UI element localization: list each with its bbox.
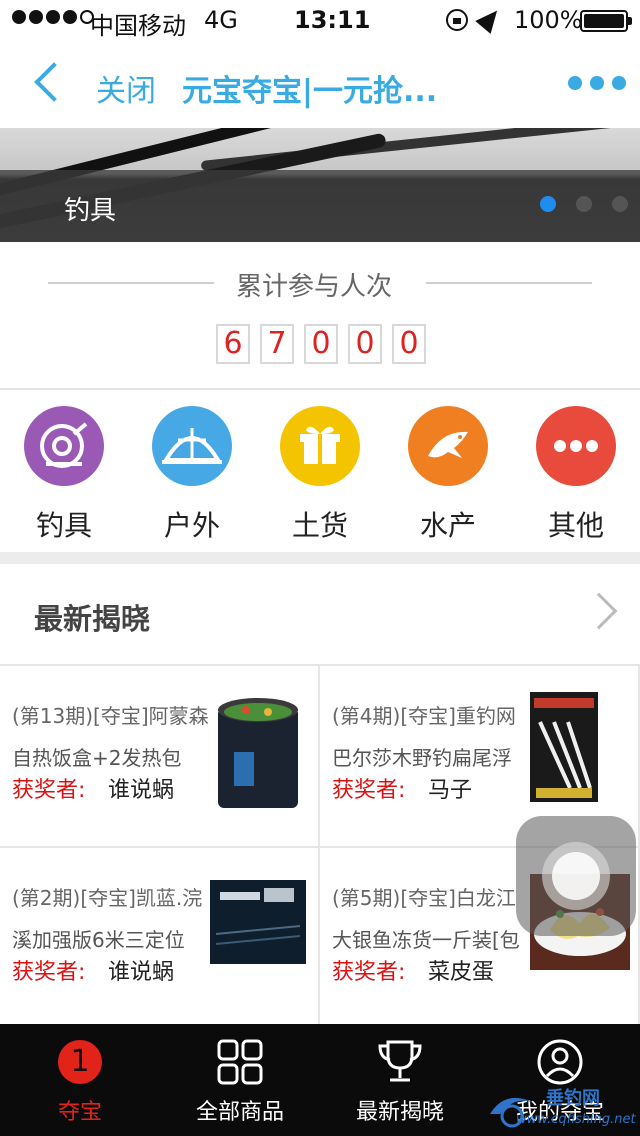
battery-percentage: 100% <box>514 6 583 34</box>
status-bar: 中国移动 4G 13:11 100% <box>0 0 640 40</box>
counter-digits: 6 7 0 0 0 <box>216 324 426 364</box>
watermark-text: 垂钓网 <box>546 1088 600 1109</box>
more-dot-icon <box>568 76 582 90</box>
category-aquatic[interactable]: 水产 <box>384 392 512 552</box>
product-name: 巴尔莎木野钓扁尾浮 <box>332 746 512 770</box>
tab-label: 夺宝 <box>57 1100 102 1125</box>
counter-title: 累计参与人次 <box>236 272 393 302</box>
battery-icon <box>580 10 632 32</box>
carousel-dot-active[interactable] <box>540 196 556 212</box>
close-button[interactable]: 关闭 <box>96 66 156 110</box>
chevron-right-icon <box>580 592 618 630</box>
counter-digit: 6 <box>216 324 250 364</box>
product-thumbnail <box>530 692 598 802</box>
category-label: 水产 <box>419 509 476 542</box>
page-title: 元宝夺宝|一元抢... <box>182 74 438 109</box>
counter-digit: 0 <box>304 324 338 364</box>
more-options-button[interactable] <box>568 76 626 90</box>
category-label: 其他 <box>547 509 604 542</box>
counter-digit: 0 <box>348 324 382 364</box>
rotation-lock-icon <box>446 9 468 31</box>
winner-label: 获奖者: <box>12 778 86 803</box>
product-card[interactable]: (第2期)[夺宝]凯蓝.浣 溪加强版6米三定位 获奖者: 谁说蜗 <box>0 848 320 1030</box>
product-period: (第5期)[夺宝]白龙江 <box>332 886 516 910</box>
product-card[interactable]: (第13期)[夺宝]阿蒙森 自热饭盒+2发热包 获奖者: 谁说蜗 <box>0 666 320 848</box>
counter-digit: 7 <box>260 324 294 364</box>
signal-strength-icon <box>12 10 94 24</box>
tab-duobao[interactable]: 1 夺宝 <box>0 1024 160 1136</box>
trophy-icon <box>378 1040 422 1082</box>
winner-label: 获奖者: <box>332 960 406 985</box>
tab-label: 全部商品 <box>195 1100 284 1125</box>
tab-badge: 1 <box>58 1040 102 1084</box>
network-type: 4G <box>204 6 238 34</box>
product-thumbnail <box>210 880 306 964</box>
category-outdoor[interactable]: 户外 <box>128 392 256 552</box>
banner-carousel[interactable]: 钓具 <box>0 128 640 242</box>
more-dots-icon <box>536 406 616 486</box>
tab-label: 最新揭晓 <box>355 1100 444 1125</box>
winner-label: 获奖者: <box>332 778 406 803</box>
banner-caption: 钓具 <box>64 196 117 226</box>
section-divider <box>0 552 640 564</box>
location-arrow-icon <box>475 4 505 34</box>
badge-one-icon: 1 <box>56 1038 104 1086</box>
carousel-dot[interactable] <box>612 196 628 212</box>
divider-line <box>48 282 214 284</box>
assistive-touch-button[interactable] <box>516 816 636 936</box>
winner-label: 获奖者: <box>12 960 86 985</box>
category-menu: 钓具 户外 土货 水产 其他 <box>0 392 640 552</box>
winner-name: 谁说蜗 <box>108 778 175 803</box>
section-title: 最新揭晓 <box>34 602 151 636</box>
divider-line <box>426 282 592 284</box>
participation-counter: 累计参与人次 6 7 0 0 0 <box>0 242 640 390</box>
assistive-core <box>552 852 600 900</box>
carousel-dot[interactable] <box>576 196 592 212</box>
product-thumbnail <box>218 698 298 808</box>
product-period: (第4期)[夺宝]重钓网 <box>332 704 516 728</box>
product-name: 溪加强版6米三定位 <box>12 928 185 952</box>
category-label: 钓具 <box>35 509 92 542</box>
more-dot-icon <box>590 76 604 90</box>
gift-icon <box>280 406 360 486</box>
category-fishing-gear[interactable]: 钓具 <box>0 392 128 552</box>
carrier-label: 中国移动 <box>90 12 186 40</box>
tab-all-products[interactable]: 全部商品 <box>160 1024 320 1136</box>
user-icon <box>537 1039 583 1085</box>
counter-digit: 0 <box>392 324 426 364</box>
grid-icon <box>217 1039 263 1085</box>
back-button[interactable] <box>30 62 74 110</box>
category-label: 土货 <box>291 509 348 542</box>
watermark: 垂钓网 www.cqfishing.net <box>486 1084 640 1136</box>
product-period: (第13期)[夺宝]阿蒙森 <box>12 704 209 728</box>
tab-latest-reveal[interactable]: 最新揭晓 <box>320 1024 480 1136</box>
carousel-indicator <box>540 196 628 212</box>
fish-icon <box>408 406 488 486</box>
chevron-left-icon <box>34 62 74 102</box>
latest-reveal-header[interactable]: 最新揭晓 <box>0 564 640 664</box>
clock: 13:11 <box>294 6 371 34</box>
category-label: 户外 <box>163 509 220 542</box>
product-name: 大银鱼冻货一斤装[包 <box>332 928 520 952</box>
winner-name: 谁说蜗 <box>108 960 175 985</box>
watermark-url: www.cqfishing.net <box>516 1112 636 1127</box>
navigation-bar: 关闭 元宝夺宝|一元抢... <box>0 40 640 128</box>
tent-icon <box>152 406 232 486</box>
product-name: 自热饭盒+2发热包 <box>12 746 182 770</box>
more-dot-icon <box>612 76 626 90</box>
product-period: (第2期)[夺宝]凯蓝.浣 <box>12 886 203 910</box>
winner-name: 菜皮蛋 <box>428 960 495 985</box>
fishing-reel-icon <box>24 406 104 486</box>
winner-name: 马子 <box>428 778 473 803</box>
category-local-goods[interactable]: 土货 <box>256 392 384 552</box>
category-other[interactable]: 其他 <box>512 392 640 552</box>
